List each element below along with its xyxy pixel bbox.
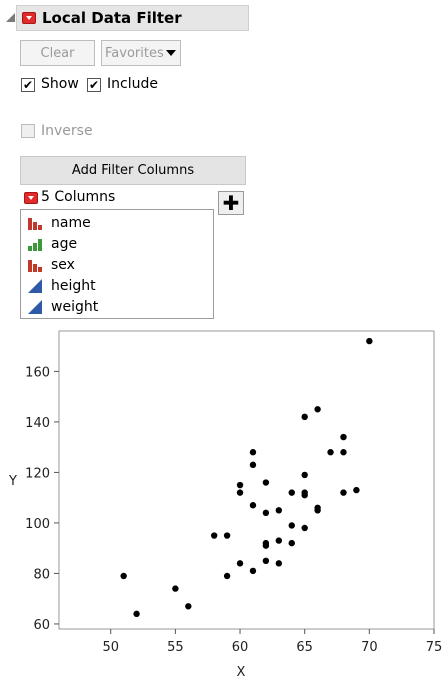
data-point[interactable] (314, 406, 321, 413)
data-point[interactable] (249, 461, 257, 469)
list-item-name[interactable]: name (27, 213, 91, 233)
data-point[interactable] (301, 524, 308, 532)
nominal-red-bars-icon (28, 260, 42, 272)
data-point[interactable] (236, 489, 244, 496)
column-list: name age sex height weight (20, 209, 214, 319)
x-axis-label: X (237, 665, 246, 680)
continuous-blue-triangle-icon (28, 300, 42, 314)
ordinal-green-bars-icon (28, 239, 42, 251)
columns-red-triangle-icon[interactable] (24, 192, 38, 204)
add-filter-columns-button[interactable]: Add Filter Columns (20, 156, 246, 185)
data-point[interactable] (288, 539, 295, 547)
data-point[interactable] (249, 567, 257, 575)
data-point[interactable] (210, 532, 218, 539)
column-name-label: name (51, 215, 91, 231)
show-checkbox[interactable]: ✔ (21, 78, 35, 92)
data-point[interactable] (275, 537, 283, 544)
data-point[interactable] (301, 413, 308, 421)
include-checkbox[interactable]: ✔ (87, 78, 101, 92)
list-item-age[interactable]: age (27, 234, 77, 254)
data-point[interactable] (249, 502, 257, 509)
x-tick-label: 60 (232, 640, 249, 655)
y-tick-label: 60 (33, 618, 50, 633)
y-tick-label: 140 (25, 416, 50, 431)
columns-count-label: 5 Columns (41, 189, 116, 205)
y-tick-label: 160 (25, 365, 50, 380)
data-point[interactable] (288, 489, 295, 496)
data-point[interactable] (262, 509, 270, 517)
y-tick-label: 120 (25, 466, 50, 481)
x-tick-label: 65 (296, 640, 313, 655)
favorites-dropdown[interactable]: Favorites (101, 40, 181, 66)
column-height-label: height (51, 278, 96, 294)
data-point[interactable] (340, 433, 347, 441)
data-point[interactable] (314, 507, 321, 514)
column-weight-label: weight (51, 299, 99, 315)
column-age-label: age (51, 236, 78, 252)
plus-icon[interactable]: ✚ (218, 191, 244, 215)
data-point[interactable] (262, 479, 270, 486)
x-tick-label: 70 (361, 640, 378, 655)
inverse-checkbox[interactable] (21, 124, 35, 138)
data-point[interactable] (236, 481, 244, 489)
scatter-plot: 60 80 100 120 140 160 50 55 60 65 70 75 Y X (8, 330, 443, 680)
panel-title: Local Data Filter (42, 9, 182, 27)
include-label: Include (107, 76, 158, 92)
list-item-height[interactable]: height (27, 276, 96, 296)
data-point[interactable] (223, 532, 231, 539)
data-point[interactable] (327, 449, 334, 456)
data-point[interactable] (275, 507, 283, 514)
continuous-blue-triangle-icon (28, 279, 42, 293)
data-point[interactable] (353, 486, 360, 494)
data-point[interactable] (120, 572, 127, 580)
favorites-label: Favorites (105, 45, 164, 61)
inverse-label: Inverse (41, 123, 93, 139)
nominal-red-bars-icon (28, 218, 42, 230)
list-item-sex[interactable]: sex (27, 255, 75, 275)
data-point[interactable] (262, 542, 270, 549)
dropdown-arrow-icon (166, 50, 176, 56)
data-point[interactable] (185, 603, 192, 610)
red-triangle-menu-icon[interactable] (22, 12, 36, 24)
data-point[interactable] (262, 557, 270, 565)
x-tick-label: 75 (426, 640, 443, 655)
data-point[interactable] (340, 449, 347, 456)
clear-button[interactable]: Clear (20, 40, 95, 66)
collapse-triangle-icon[interactable] (6, 13, 15, 22)
data-point[interactable] (340, 489, 347, 496)
data-point[interactable] (301, 471, 308, 479)
data-point[interactable] (301, 491, 308, 499)
data-point[interactable] (236, 560, 244, 567)
y-axis-label: Y (8, 474, 17, 489)
clear-button-label: Clear (40, 45, 75, 61)
y-tick-label: 100 (25, 517, 50, 532)
plot-frame (58, 330, 435, 630)
y-tick-label: 80 (33, 567, 50, 582)
data-point[interactable] (366, 337, 373, 345)
data-point[interactable] (133, 610, 140, 618)
x-tick-label: 50 (102, 640, 119, 655)
data-point[interactable] (288, 522, 295, 529)
data-point[interactable] (172, 585, 179, 592)
data-point[interactable] (275, 560, 283, 567)
list-item-weight[interactable]: weight (27, 297, 98, 317)
add-filter-columns-label: Add Filter Columns (71, 163, 195, 178)
data-point[interactable] (249, 449, 257, 456)
x-tick-label: 55 (167, 640, 184, 655)
column-sex-label: sex (51, 257, 75, 273)
show-label: Show (41, 76, 79, 92)
data-point[interactable] (223, 572, 231, 580)
